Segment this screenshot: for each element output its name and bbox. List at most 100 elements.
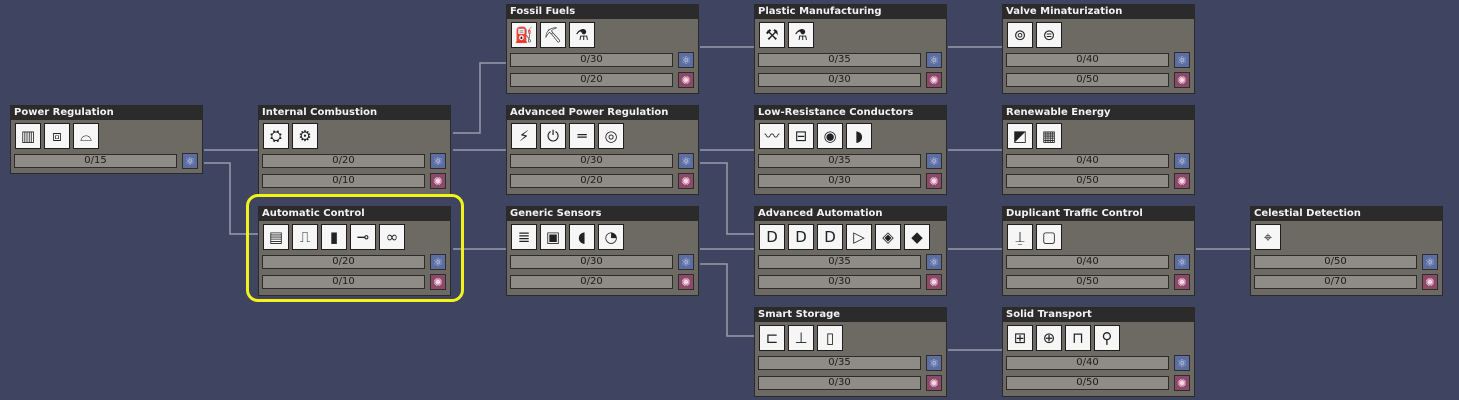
conveyor-receptacle-icon[interactable]: ⊕: [1036, 325, 1062, 351]
steam-turbine-icon[interactable]: ◎: [598, 123, 624, 149]
xor-gate-icon[interactable]: D: [817, 224, 843, 250]
tech-node-smart-storage[interactable]: Smart Storage ⊏ ⊥ ▯ 0/35 ⚛ 0/30 ✺: [754, 307, 947, 397]
tech-node-plastic-manufacturing[interactable]: Plastic Manufacturing ⚒ ⚗ 0/35 ⚛ 0/30 ✺: [754, 4, 947, 94]
tech-node-title: Advanced Automation: [755, 207, 946, 221]
telescope-icon[interactable]: ⌖: [1255, 224, 1281, 250]
tech-node-advanced-automation[interactable]: Advanced Automation D D D ▷ ◈ ◆ 0/35 ⚛ 0/30 ✺: [754, 206, 947, 296]
advanced-research-icon: ✺: [678, 274, 694, 290]
oil-distiller-icon[interactable]: ⚗: [788, 22, 814, 48]
progress-bar: 0/20: [510, 73, 673, 87]
progress-bar: 0/50: [1006, 73, 1169, 87]
progress-bar: 0/35: [758, 356, 921, 370]
progress-bar: 0/30: [758, 376, 921, 390]
mini-pump-icon[interactable]: ⊚: [1007, 22, 1033, 48]
oil-well-icon[interactable]: ⛽: [511, 22, 537, 48]
filter-gate-icon[interactable]: ◆: [904, 224, 930, 250]
conductive-bridge-icon[interactable]: ⊟: [788, 123, 814, 149]
solar-panel-icon[interactable]: ◩: [1007, 123, 1033, 149]
conductive-wire-icon[interactable]: 〰: [759, 123, 785, 149]
wire-bridge-icon[interactable]: ⌓: [73, 123, 99, 149]
gas-pressure-sensor-icon[interactable]: ▣: [540, 224, 566, 250]
tech-node-title: Advanced Power Regulation: [507, 106, 698, 120]
basic-research-icon: ⚛: [678, 153, 694, 169]
tech-node-celestial-detection[interactable]: Celestial Detection ⌖ 0/50 ⚛ 0/70 ✺: [1250, 206, 1443, 296]
tech-node-renewable-energy[interactable]: Renewable Energy ◩ ▦ 0/40 ⚛ 0/50 ✺: [1002, 105, 1195, 195]
tech-node-title: Plastic Manufacturing: [755, 5, 946, 19]
tech-node-duplicant-traffic-control[interactable]: Duplicant Traffic Control ⍊ ▢ 0/40 ⚛ 0/50 ✺: [1002, 206, 1195, 296]
auto-sweeper-icon[interactable]: ⚲: [1094, 325, 1120, 351]
tech-node-fossil-fuels[interactable]: Fossil Fuels ⛽ ⛏ ⚗ 0/30 ⚛ 0/20 ✺: [506, 4, 699, 94]
smart-storage-bin-icon[interactable]: ▯: [817, 325, 843, 351]
coal-generator-icon[interactable]: ⛭: [263, 123, 289, 149]
tech-node-title: Smart Storage: [755, 308, 946, 322]
tech-node-power-regulation[interactable]: Power Regulation ▥ ⧈ ⌓ 0/15 ⚛: [10, 105, 203, 174]
petroleum-generator-icon[interactable]: ⛏: [540, 22, 566, 48]
advanced-research-progress-row: 0/30 ✺: [755, 272, 946, 292]
progress-bar: 0/10: [262, 174, 425, 188]
advanced-research-progress-row: 0/10 ✺: [259, 171, 450, 191]
not-gate-icon[interactable]: ◈: [875, 224, 901, 250]
advanced-research-progress-row: 0/30 ✺: [755, 171, 946, 191]
jumbo-battery-icon[interactable]: ◗: [846, 123, 872, 149]
research-progress-row: 0/40 ⚛: [1003, 252, 1194, 272]
progress-bar: 0/20: [510, 275, 673, 289]
heavy-wire-icon[interactable]: ═: [569, 123, 595, 149]
research-progress-row: 0/30 ⚛: [507, 50, 698, 70]
polymer-press-icon[interactable]: ⚒: [759, 22, 785, 48]
duplicant-checkpoint-icon[interactable]: ⍊: [1007, 224, 1033, 250]
edge-adv-power-to-adv-automation: [700, 162, 755, 235]
tech-node-internal-combustion[interactable]: Internal Combustion ⛭ ⚙ 0/20 ⚛ 0/10 ✺: [258, 105, 451, 195]
timer-sensor-icon[interactable]: ◔: [598, 224, 624, 250]
tech-node-title: Fossil Fuels: [507, 5, 698, 19]
tech-node-title: Solid Transport: [1003, 308, 1194, 322]
research-progress-row: 0/30 ⚛: [507, 151, 698, 171]
tech-node-advanced-power-regulation[interactable]: Advanced Power Regulation ⚡ ⏻ ═ ◎ 0/30 ⚛ 0/20 ✺: [506, 105, 699, 195]
or-gate-icon[interactable]: D: [788, 224, 814, 250]
research-progress-row: 0/40 ⚛: [1003, 50, 1194, 70]
research-progress-row: 0/50 ⚛: [1251, 252, 1442, 272]
tech-node-title: Renewable Energy: [1003, 106, 1194, 120]
power-transformer-icon[interactable]: ⧈: [44, 123, 70, 149]
buffer-gate-icon[interactable]: ▷: [846, 224, 872, 250]
mini-gas-pump-icon[interactable]: ⊜: [1036, 22, 1062, 48]
tech-node-title: Internal Combustion: [259, 106, 450, 120]
basic-research-icon: ⚛: [182, 153, 198, 169]
battery-bank-icon[interactable]: ▦: [1036, 123, 1062, 149]
weight-plate-icon[interactable]: ◖: [569, 224, 595, 250]
tech-node-title: Power Regulation: [11, 106, 202, 120]
advanced-research-progress-row: 0/20 ✺: [507, 171, 698, 191]
progress-bar: 0/30: [510, 154, 673, 168]
tech-tree-connections: [204, 46, 1251, 351]
door-control-icon[interactable]: ▢: [1036, 224, 1062, 250]
advanced-research-icon: ✺: [926, 173, 942, 189]
large-transformer-icon[interactable]: ⚡: [511, 123, 537, 149]
liquid-shutoff-icon[interactable]: ⊥: [788, 325, 814, 351]
battery-smart-icon[interactable]: ◉: [817, 123, 843, 149]
advanced-research-progress-row: 0/50 ✺: [1003, 373, 1194, 393]
progress-bar: 0/40: [1006, 356, 1169, 370]
tech-node-valve-miniaturization[interactable]: Valve Minaturization ⊚ ⊜ 0/40 ⚛ 0/50 ✺: [1002, 4, 1195, 94]
advanced-research-icon: ✺: [1422, 274, 1438, 290]
advanced-research-icon: ✺: [1174, 274, 1190, 290]
element-sensor-icon[interactable]: ≣: [511, 224, 537, 250]
conveyor-meter-icon[interactable]: ⊏: [759, 325, 785, 351]
oil-refinery-icon[interactable]: ⚗: [569, 22, 595, 48]
advanced-research-icon: ✺: [678, 173, 694, 189]
tech-node-solid-transport[interactable]: Solid Transport ⊞ ⊕ ⊓ ⚲ 0/40 ⚛ 0/50 ✺: [1002, 307, 1195, 397]
advanced-research-icon: ✺: [430, 173, 446, 189]
battery-icon[interactable]: ▥: [15, 123, 41, 149]
unlock-icons: ⚡ ⏻ ═ ◎: [507, 120, 698, 151]
research-progress-row: 0/35 ⚛: [755, 252, 946, 272]
conveyor-chute-icon[interactable]: ⊓: [1065, 325, 1091, 351]
progress-bar: 0/30: [510, 53, 673, 67]
tech-node-title: Celestial Detection: [1251, 207, 1442, 221]
tech-node-generic-sensors[interactable]: Generic Sensors ≣ ▣ ◖ ◔ 0/30 ⚛ 0/20 ✺: [506, 206, 699, 296]
progress-bar: 0/35: [758, 154, 921, 168]
hydrogen-generator-icon[interactable]: ⚙: [292, 123, 318, 149]
and-gate-icon[interactable]: D: [759, 224, 785, 250]
power-shutoff-icon[interactable]: ⏻: [540, 123, 566, 149]
advanced-research-icon: ✺: [1174, 375, 1190, 391]
tech-node-low-resistance-conductors[interactable]: Low-Resistance Conductors 〰 ⊟ ◉ ◗ 0/35 ⚛ 0/30 ✺: [754, 105, 947, 195]
conveyor-loader-icon[interactable]: ⊞: [1007, 325, 1033, 351]
unlock-icons: ⍊ ▢: [1003, 221, 1194, 252]
